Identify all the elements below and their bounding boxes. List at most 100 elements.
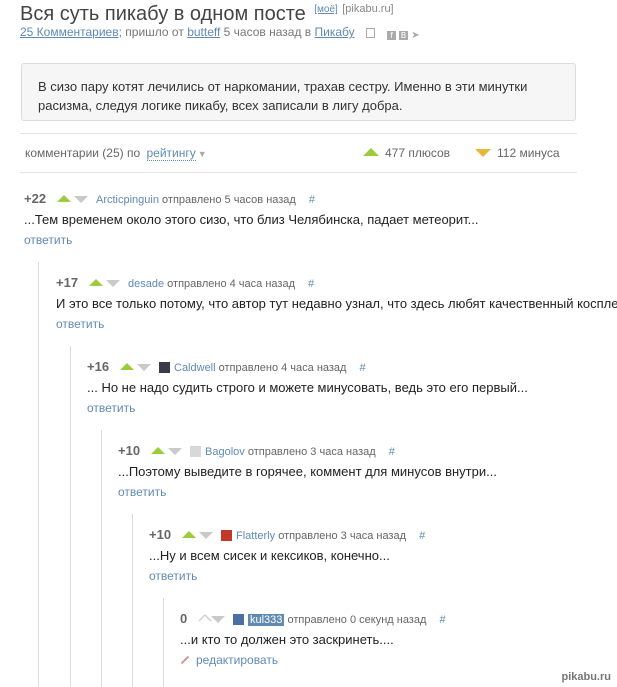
comment-rating: +17 [56,275,79,290]
thread-line [38,262,39,687]
site-label: [pikabu.ru] [342,3,394,15]
divider [20,172,577,173]
pluses-label: 477 плюсов [385,146,451,160]
minuses-count: 112 минуса [475,146,560,160]
tag-link[interactable]: [моё] [314,4,338,15]
reply-link[interactable]: ответить [87,401,528,415]
post-body: В сизо пару котят лечились от наркомании… [21,63,576,121]
thread-line [101,430,102,687]
sent-label: ; пришло от [118,25,184,39]
reply-link[interactable]: ответить [149,569,425,583]
pluses-count: 477 плюсов [363,146,450,160]
comment-header: 0 kul333 отправлено 0 секунд назад # [180,611,446,627]
comment-text: ...и кто то должен это заскринеть.... [180,632,394,647]
comment-permalink[interactable]: # [308,278,314,290]
comment-text: ...Тем временем около этого сизо, что бл… [24,212,479,227]
minus-triangle-icon [475,149,491,157]
post-meta: 25 Комментариев; пришло от butteff 5 час… [20,25,423,41]
comment-time: отправлено 4 часа назад [167,278,295,290]
comment-permalink[interactable]: # [389,446,395,458]
avatar [233,614,244,625]
comment-text: ...Поэтому выведите в горячее, коммент д… [118,464,497,479]
upvote-icon[interactable] [151,447,165,454]
avatar [221,530,232,541]
comment-header: +10 Flatterly отправлено 3 часа назад # [149,527,425,543]
vk-icon[interactable]: B [399,31,408,40]
comment: +10 Flatterly отправлено 3 часа назад # .… [149,527,425,583]
reply-link[interactable]: ответить [56,317,617,331]
comment-text: ... Но не надо судить строго и можете ми… [87,380,528,395]
comment: 0 kul333 отправлено 0 секунд назад # ...и… [180,611,446,667]
divider [20,133,577,134]
thread-line [163,598,164,687]
comment-rating: +16 [87,359,110,374]
comment-rating: +22 [24,191,47,206]
comment-time: отправлено 3 часа назад [247,446,376,458]
comment-permalink[interactable]: # [309,194,315,206]
twitter-icon[interactable]: ➤ [411,31,420,41]
comment-text: ...Ну и всем сисек и кексиков, конечно..… [149,548,390,563]
comment-author[interactable]: desade [128,278,164,290]
comment-header: +16 Caldwell отправлено 4 часа назад # [87,359,528,375]
pencil-icon [180,655,190,665]
comment-author[interactable]: kul333 [248,614,285,626]
edit-link[interactable]: редактировать [180,653,446,667]
comment-header: +17 desade отправлено 4 часа назад # [56,275,617,291]
comment-time: отправлено 5 часов назад [162,194,296,206]
reply-link[interactable]: ответить [24,233,479,247]
comment-rating: +10 [118,443,141,458]
comment-author[interactable]: Bagolov [205,446,245,458]
post-header: Вся суть пикабу в одном посте [моё] [pik… [20,3,394,26]
upvote-icon[interactable] [198,614,212,622]
plus-triangle-icon [363,148,379,156]
avatar [159,362,170,373]
comment-rating: 0 [180,611,188,626]
upvote-icon[interactable] [182,531,196,538]
comments-count-link[interactable]: 25 Комментариев [20,25,119,39]
thread-line [70,346,71,687]
comment: +22 Arcticpinguin отправлено 5 часов наза… [24,191,479,247]
facebook-icon[interactable]: f [387,31,396,40]
upvote-icon[interactable] [57,195,71,202]
comment-author[interactable]: Flatterly [236,530,275,542]
save-icon[interactable] [366,28,375,38]
chevron-down-icon[interactable]: ▼ [198,149,207,159]
comment: +10 Bagolov отправлено 3 часа назад # ...… [118,443,497,499]
comment: +16 Caldwell отправлено 4 часа назад # ..… [87,359,528,415]
downvote-icon[interactable] [137,364,151,371]
avatar [190,446,201,457]
upvote-icon[interactable] [89,279,103,286]
comment-author[interactable]: Caldwell [174,362,216,374]
comment-text: И это все только потому, что автор тут н… [56,296,617,311]
comment-time: отправлено 3 часа назад [278,530,407,542]
comments-bar: комментарии (25) по рейтингу ▼ 477 плюсов… [25,146,565,161]
downvote-icon[interactable] [168,448,182,455]
comment: +17 desade отправлено 4 часа назад # И эт… [56,275,617,331]
comment-rating: +10 [149,527,172,542]
community-link[interactable]: Пикабу [315,25,355,39]
watermark: pikabu.ru [561,671,611,683]
downvote-icon[interactable] [211,616,225,623]
upvote-icon[interactable] [120,363,134,370]
time-label: 5 часов назад в [223,25,312,39]
comment-header: +22 Arcticpinguin отправлено 5 часов наза… [24,191,479,207]
reply-link[interactable]: ответить [118,485,497,499]
comment-time: отправлено 4 часа назад [218,362,347,374]
comment-permalink[interactable]: # [419,530,425,542]
share-icons: f B ➤ [366,27,423,41]
downvote-icon[interactable] [106,280,120,287]
downvote-icon[interactable] [199,532,213,539]
comment-permalink[interactable]: # [360,362,366,374]
comments-label: комментарии (25) по [25,146,141,160]
downvote-icon[interactable] [74,196,88,203]
thread-line [132,514,133,687]
comment-header: +10 Bagolov отправлено 3 часа назад # [118,443,497,459]
edit-label: редактировать [196,653,279,667]
minuses-label: 112 минуса [497,146,560,160]
sort-dropdown[interactable]: рейтингу [146,146,196,161]
comment-time: отправлено 0 секунд назад [287,614,427,626]
post-title[interactable]: Вся суть пикабу в одном посте [20,3,306,25]
comment-permalink[interactable]: # [439,614,445,626]
author-link[interactable]: butteff [187,25,220,39]
comment-author[interactable]: Arcticpinguin [96,194,159,206]
